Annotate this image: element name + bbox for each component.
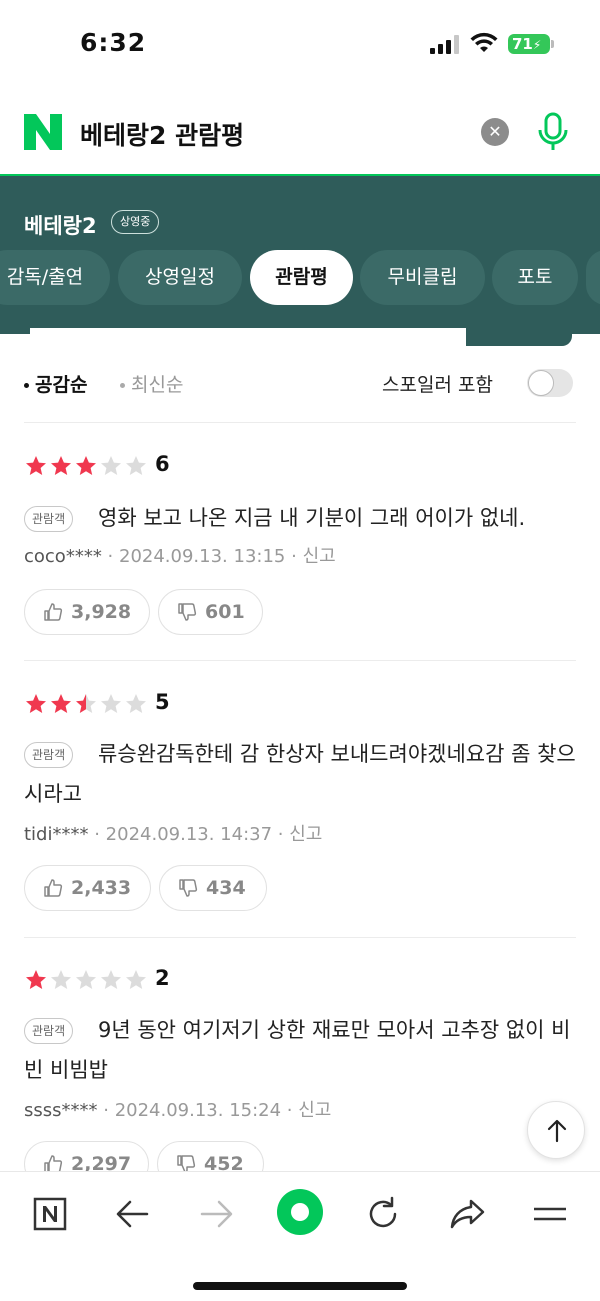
review-text: 류승완감독한테 감 한상자 보내드려야겠네요감 좀 찾으시라고: [24, 742, 576, 806]
divider: [24, 422, 576, 423]
star-icon: [51, 970, 71, 989]
status-bar: 6:32 71⚡: [0, 0, 600, 92]
star-icon: [51, 456, 71, 475]
review-item: 6 관람객 영화 보고 나온 지금 내 기분이 그래 어이가 없네. coco*…: [0, 452, 600, 654]
review-text: 9년 동안 여기저기 상한 재료만 모아서 고추장 없이 비빈 비빔밥: [24, 1018, 571, 1082]
search-input[interactable]: 베테랑2 관람평: [80, 116, 244, 152]
sort-option-recent[interactable]: 최신순: [120, 370, 183, 397]
tab-cast[interactable]: 감독/출연: [0, 250, 110, 305]
thumbs-up-icon: [44, 603, 63, 621]
forward-arrow-icon: [200, 1200, 233, 1228]
divider: [24, 937, 576, 938]
star-icon: [76, 970, 96, 989]
movie-title[interactable]: 베테랑2: [24, 210, 97, 240]
menu-icon[interactable]: [528, 1192, 572, 1236]
star-icon: [76, 456, 96, 475]
star-icon: [126, 694, 146, 713]
bottom-nav: [0, 1171, 600, 1301]
battery-level: 71: [512, 35, 533, 53]
dislike-button[interactable]: 601: [158, 589, 263, 635]
tab-movieclip[interactable]: 무비클립: [360, 250, 485, 305]
status-time: 6:32: [80, 28, 147, 57]
star-icon: [101, 456, 121, 475]
movie-header: 베테랑2 상영중 감독/출연 상영일정 관람평 무비클립 포토: [0, 176, 600, 346]
tab-reviews[interactable]: 관람평: [250, 250, 353, 305]
dislike-button[interactable]: 434: [159, 865, 267, 911]
report-link[interactable]: 신고: [298, 1100, 331, 1121]
sort-dot: [120, 383, 125, 388]
green-dot-icon[interactable]: [276, 1188, 324, 1236]
battery-icon: 71⚡: [508, 34, 550, 54]
review-item: 5 관람객 류승완감독한테 감 한상자 보내드려야겠네요감 좀 찾으시라고 ti…: [0, 690, 600, 922]
dislike-count: 434: [206, 877, 246, 899]
review-user: ssss****: [24, 1100, 98, 1121]
thumbs-up-icon: [44, 879, 63, 897]
dislike-count: 601: [205, 601, 245, 623]
review-meta: tidi**** · 2024.09.13. 14:37 · 신고: [24, 824, 323, 845]
like-button[interactable]: 3,928: [24, 589, 150, 635]
sort-option-likes[interactable]: 공감순: [24, 370, 87, 397]
review-score: 5: [155, 690, 170, 714]
review-user: coco****: [24, 546, 102, 567]
review-user: tidi****: [24, 824, 89, 845]
sort-row: 공감순 최신순 스포일러 포함: [0, 356, 600, 412]
star-icon: [76, 694, 96, 713]
screening-badge: 상영중: [111, 210, 160, 234]
battery-cap: [551, 40, 554, 48]
thumbs-down-icon: [179, 879, 198, 897]
like-count: 3,928: [71, 601, 132, 623]
search-bar: 베테랑2 관람평 ✕: [0, 92, 600, 176]
back-arrow-icon[interactable]: [111, 1192, 155, 1236]
sort-dot: [24, 383, 29, 388]
refresh-icon[interactable]: [361, 1192, 405, 1236]
divider: [24, 660, 576, 661]
home-indicator[interactable]: [193, 1282, 407, 1290]
scroll-top-button[interactable]: [527, 1101, 585, 1159]
review-score: 2: [155, 966, 170, 990]
report-link[interactable]: 신고: [303, 546, 336, 567]
star-icon: [126, 970, 146, 989]
naver-logo-icon[interactable]: [24, 114, 62, 150]
write-review-button-edge: [466, 328, 572, 346]
toggle-knob: [528, 370, 554, 396]
wifi-icon: [470, 32, 498, 52]
share-icon[interactable]: [445, 1192, 489, 1236]
spoiler-label: 스포일러 포함: [382, 374, 493, 396]
review-date: 2024.09.13. 13:15: [119, 546, 286, 567]
review-date: 2024.09.13. 14:37: [105, 824, 273, 845]
cellular-signal-icon: [430, 34, 460, 54]
review-score: 6: [155, 452, 170, 476]
mic-icon[interactable]: [536, 112, 570, 152]
tab-photo[interactable]: 포토: [492, 250, 578, 305]
star-icon: [26, 694, 46, 713]
like-count: 2,433: [71, 877, 132, 899]
review-item: 2 관람객 9년 동안 여기저기 상한 재료만 모아서 고추장 없이 비빈 비빔…: [0, 966, 600, 1187]
movie-tabs: 감독/출연 상영일정 관람평 무비클립 포토: [0, 250, 600, 306]
arrow-up-icon: [547, 1119, 567, 1143]
tab-more[interactable]: [586, 250, 600, 305]
thumbs-down-icon: [178, 603, 197, 621]
review-text: 영화 보고 나온 지금 내 기분이 그래 어이가 없네.: [98, 506, 526, 530]
star-icon: [101, 970, 121, 989]
report-link[interactable]: 신고: [289, 824, 322, 845]
naver-home-icon[interactable]: [28, 1192, 72, 1236]
like-button[interactable]: 2,433: [24, 865, 151, 911]
star-icon: [26, 456, 46, 475]
review-date: 2024.09.13. 15:24: [114, 1100, 282, 1121]
sort-label: 공감순: [35, 374, 88, 396]
star-icon: [126, 456, 146, 475]
sort-label: 최신순: [131, 374, 184, 396]
tab-schedule[interactable]: 상영일정: [118, 250, 242, 305]
review-meta: coco**** · 2024.09.13. 13:15 · 신고: [24, 546, 336, 567]
clear-search-button[interactable]: ✕: [481, 118, 509, 146]
star-icon: [51, 694, 71, 713]
star-icon: [26, 970, 46, 989]
star-icon: [101, 694, 121, 713]
spoiler-toggle[interactable]: [527, 369, 573, 397]
review-meta: ssss**** · 2024.09.13. 15:24 · 신고: [24, 1100, 332, 1121]
